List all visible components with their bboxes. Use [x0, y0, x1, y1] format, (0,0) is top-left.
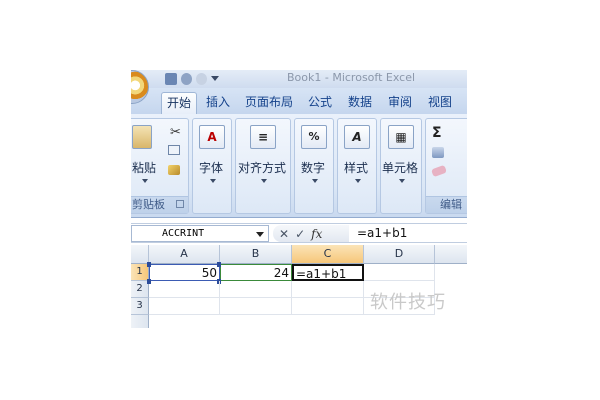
alignment-button[interactable]: 对齐方式 — [238, 159, 286, 176]
cells-dropdown-icon[interactable] — [399, 179, 405, 183]
window-title: Book1 - Microsoft Excel — [287, 71, 416, 84]
tab-formulas[interactable]: 公式 — [305, 92, 335, 114]
customize-toolbar-icon[interactable] — [211, 76, 219, 81]
enter-icon[interactable]: ✓ — [295, 227, 305, 241]
font-icon[interactable]: A — [199, 125, 225, 149]
formula-controls: ✕ ✓ fx — [273, 225, 349, 242]
tab-data[interactable]: 数据 — [345, 92, 375, 114]
save-icon[interactable] — [165, 72, 177, 85]
formula-input[interactable]: =a1+b1 — [357, 226, 407, 241]
tab-home[interactable]: 开始 — [161, 92, 197, 114]
number-button[interactable]: 数字 — [301, 159, 325, 176]
redo-icon[interactable] — [196, 72, 207, 85]
tab-view[interactable]: 视图 — [425, 92, 455, 114]
format-painter-icon[interactable] — [168, 165, 180, 175]
fill-icon[interactable] — [432, 147, 444, 158]
editing-group-label: 编辑 — [426, 196, 467, 213]
cell-b1[interactable]: 24 — [220, 264, 292, 281]
tab-page-layout[interactable]: 页面布局 — [241, 92, 297, 114]
insert-function-icon[interactable]: fx — [311, 227, 322, 241]
column-header-e[interactable] — [435, 245, 467, 264]
autosum-icon[interactable]: Σ — [432, 125, 442, 141]
alignment-group: ≡ 对齐方式 — [235, 118, 291, 214]
cell-c2[interactable] — [292, 281, 364, 298]
copy-icon[interactable] — [168, 145, 180, 155]
cut-icon[interactable]: ✂ — [170, 125, 181, 140]
cell-a1[interactable]: 50 — [149, 264, 220, 281]
cells-icon[interactable]: ▦ — [388, 125, 414, 149]
number-format-icon[interactable]: % — [301, 125, 327, 149]
clear-icon[interactable] — [431, 164, 447, 178]
cell-b3[interactable] — [220, 298, 292, 315]
styles-button[interactable]: 样式 — [344, 159, 368, 176]
quick-access-toolbar — [165, 71, 219, 86]
column-header-a[interactable]: A — [149, 245, 220, 264]
ribbon-tabs: 开始 插入 页面布局 公式 数据 审阅 视图 — [131, 88, 467, 114]
styles-dropdown-icon[interactable] — [355, 179, 361, 183]
name-box-dropdown-icon[interactable] — [256, 232, 264, 237]
font-dropdown-icon[interactable] — [210, 179, 216, 183]
cell-a2[interactable] — [149, 281, 220, 298]
title-bar: Book1 - Microsoft Excel — [131, 70, 467, 104]
column-header-c[interactable]: C — [292, 245, 364, 264]
number-group: % 数字 — [294, 118, 334, 214]
number-dropdown-icon[interactable] — [312, 179, 318, 183]
range-handle[interactable] — [147, 262, 151, 267]
editing-group: Σ 编辑 — [425, 118, 467, 214]
paste-button[interactable]: 粘贴 — [132, 159, 156, 176]
alignment-icon[interactable]: ≡ — [250, 125, 276, 149]
styles-icon[interactable]: A — [344, 125, 370, 149]
cell-c3[interactable] — [292, 298, 364, 315]
cell-c1[interactable]: =a1+b1 — [292, 264, 364, 281]
cell-b2[interactable] — [220, 281, 292, 298]
tab-review[interactable]: 审阅 — [385, 92, 415, 114]
paste-icon[interactable] — [132, 125, 152, 149]
worksheet-grid: A B C D 1 2 3 50 24 =a1+b1 — [131, 245, 467, 328]
cell-a3[interactable] — [149, 298, 220, 315]
cell-d1[interactable] — [364, 264, 435, 281]
font-group: A 字体 — [192, 118, 232, 214]
column-header-d[interactable]: D — [364, 245, 435, 264]
styles-group: A 样式 — [337, 118, 377, 214]
name-box[interactable]: ACCRINT — [131, 225, 269, 242]
alignment-dropdown-icon[interactable] — [261, 179, 267, 183]
ribbon: 粘贴 ✂ 剪贴板 A 字体 ≡ 对齐方式 % 数字 A 样式 ▦ 单元格 Σ 编… — [131, 114, 467, 218]
font-button[interactable]: 字体 — [199, 159, 223, 176]
clipboard-group: 粘贴 ✂ 剪贴板 — [131, 118, 189, 214]
range-handle[interactable] — [217, 262, 221, 267]
row-header-3[interactable]: 3 — [131, 298, 149, 315]
formula-bar: ACCRINT ✕ ✓ fx =a1+b1 — [131, 223, 467, 243]
cells-button[interactable]: 单元格 — [382, 159, 418, 176]
undo-icon[interactable] — [181, 72, 192, 85]
watermark: 软件技巧 — [370, 292, 446, 313]
column-header-b[interactable]: B — [220, 245, 292, 264]
cancel-icon[interactable]: ✕ — [279, 227, 289, 241]
row-header-4[interactable] — [131, 315, 149, 328]
dialog-launcher-icon[interactable] — [176, 200, 184, 208]
tab-insert[interactable]: 插入 — [201, 92, 235, 114]
clipboard-group-label: 剪贴板 — [131, 196, 188, 213]
cells-group: ▦ 单元格 — [380, 118, 422, 214]
paste-dropdown-icon[interactable] — [142, 179, 148, 183]
